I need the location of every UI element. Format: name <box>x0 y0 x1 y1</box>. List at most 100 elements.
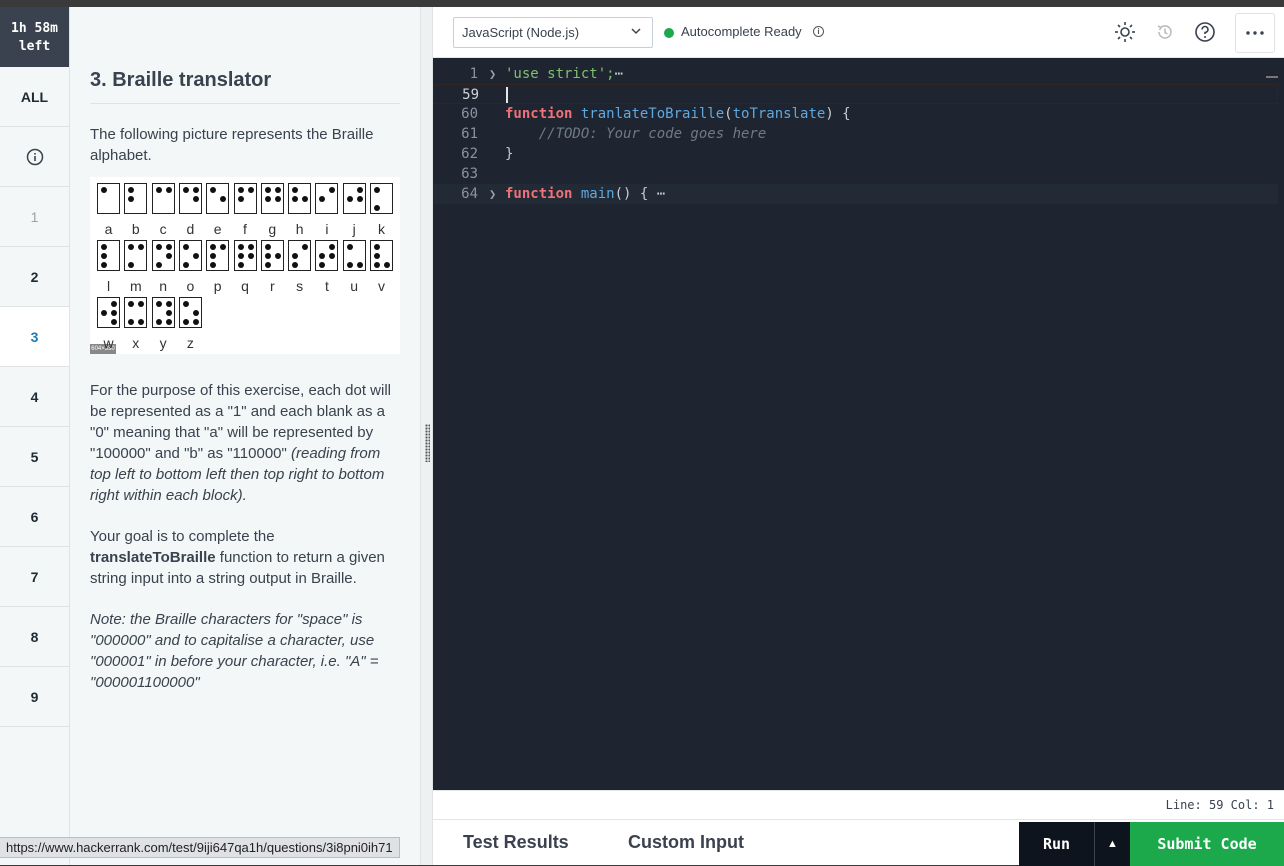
braille-dot <box>128 301 135 307</box>
help-icon[interactable] <box>1192 19 1218 45</box>
folded-ellipsis[interactable]: ⋯ <box>615 66 623 82</box>
question-intro: The following picture represents the Bra… <box>90 126 374 164</box>
braille-dot <box>111 319 117 325</box>
tab-custom-input[interactable]: Custom Input <box>628 832 744 853</box>
question-note: Note: the Braille characters for "space"… <box>90 609 400 693</box>
run-button[interactable]: Run <box>1019 822 1094 866</box>
braille-letter-label: p <box>213 278 222 294</box>
braille-dot <box>346 196 353 202</box>
braille-dot <box>220 196 227 202</box>
nav-info[interactable] <box>0 127 69 187</box>
fold-toggle-icon[interactable]: ❯ <box>489 64 496 84</box>
code-line[interactable]: 63 <box>433 164 1278 184</box>
braille-dot <box>356 196 363 202</box>
language-value: JavaScript (Node.js) <box>462 25 580 40</box>
panel-resizer[interactable] <box>420 7 433 865</box>
nav-question-5[interactable]: 5 <box>0 427 69 487</box>
braille-cell-o <box>178 240 202 271</box>
braille-dot <box>374 244 380 250</box>
braille-dot <box>292 253 299 259</box>
braille-letter-label: o <box>186 278 195 294</box>
more-icon[interactable] <box>1235 13 1275 53</box>
code-punct: ( <box>724 106 733 122</box>
resize-grip-icon[interactable] <box>425 424 430 462</box>
braille-dot <box>111 301 117 307</box>
braille-letter-label: t <box>324 278 329 294</box>
braille-dot <box>138 319 145 325</box>
sun-icon[interactable] <box>1112 19 1138 45</box>
braille-letter-label: x <box>132 335 140 351</box>
code-comment: //TODO: Your code goes here <box>505 126 767 142</box>
caret-up-icon[interactable]: ▲ <box>1094 822 1130 866</box>
code-line[interactable]: 62 } <box>433 144 1278 164</box>
line-number: 60 <box>461 106 478 122</box>
braille-cell-y <box>151 297 175 328</box>
braille-dot <box>356 262 363 268</box>
nav-question-7[interactable]: 7 <box>0 547 69 607</box>
code-line[interactable]: 64 ❯ function main() { ⋯ <box>433 184 1278 204</box>
braille-cell-l <box>97 240 120 271</box>
code-param: toTranslate <box>732 106 826 122</box>
nav-all[interactable]: ALL <box>0 67 69 127</box>
code-line[interactable]: 60 function tranlateToBraille(toTranslat… <box>433 104 1278 124</box>
nav-question-1[interactable]: 1 <box>0 187 69 247</box>
nav-question-6[interactable]: 6 <box>0 487 69 547</box>
braille-dot <box>155 262 162 268</box>
braille-dot <box>155 187 162 193</box>
braille-dot <box>302 244 309 250</box>
braille-letter-label: k <box>378 221 385 237</box>
braille-dot <box>165 301 172 307</box>
braille-dot <box>264 262 271 268</box>
submit-code-button[interactable]: Submit Code <box>1130 822 1284 866</box>
language-select[interactable]: JavaScript (Node.js) <box>453 17 653 48</box>
braille-letter-label: y <box>159 335 167 351</box>
code-line-current[interactable]: 59 <box>433 84 1278 104</box>
braille-dot <box>346 244 353 250</box>
code-keyword: function <box>505 106 573 122</box>
braille-cell-d <box>178 183 202 214</box>
braille-dot <box>165 244 172 250</box>
nav-question-8[interactable]: 8 <box>0 607 69 667</box>
text-cursor <box>506 87 508 103</box>
braille-dot <box>101 253 107 259</box>
nav-question-9[interactable]: 9 <box>0 667 69 727</box>
nav-question-3[interactable]: 3 <box>0 307 69 367</box>
braille-dot <box>210 253 217 259</box>
tab-test-results[interactable]: Test Results <box>463 832 569 853</box>
question-panel: 3. Braille translator The following pict… <box>70 7 420 865</box>
braille-dot <box>274 187 281 193</box>
braille-dot <box>264 196 271 202</box>
nav-question-4[interactable]: 4 <box>0 367 69 427</box>
braille-cell-i <box>315 183 339 214</box>
folded-ellipsis[interactable]: ⋯ <box>657 186 665 202</box>
fold-toggle-icon[interactable]: ❯ <box>489 184 496 204</box>
code-punct: () { <box>614 186 649 202</box>
line-code: function tranlateToBraille(toTranslate) … <box>505 104 851 124</box>
time-remaining: 1h 58m left <box>0 7 69 67</box>
braille-letter-label: f <box>243 221 247 237</box>
braille-letter-label: l <box>106 278 111 294</box>
braille-cell-j <box>342 183 366 214</box>
code-line[interactable]: 61 //TODO: Your code goes here <box>433 124 1278 144</box>
braille-dot <box>128 262 135 268</box>
braille-letter-label: u <box>350 278 359 294</box>
braille-letter-label: g <box>268 221 277 237</box>
code-editor[interactable]: 1 ❯ 'use strict';⋯ 59 60 function tranla… <box>433 58 1284 790</box>
braille-dot <box>192 196 199 202</box>
braille-dot <box>111 310 117 316</box>
braille-letter-label: m <box>129 278 142 294</box>
braille-dot <box>165 187 172 193</box>
braille-dot <box>138 244 145 250</box>
info-icon[interactable]: i <box>813 26 824 37</box>
question-title: 3. Braille translator <box>90 70 400 104</box>
scrollbar-marker[interactable] <box>1266 76 1278 78</box>
nav-question-2[interactable]: 2 <box>0 247 69 307</box>
braille-dot <box>101 187 107 193</box>
history-icon[interactable] <box>1152 19 1178 45</box>
goal-text-pre: Your goal is to complete the <box>90 528 275 545</box>
code-line[interactable]: 1 ❯ 'use strict';⋯ <box>433 64 1278 84</box>
timer-suffix: left <box>18 39 51 54</box>
braille-dot <box>346 262 353 268</box>
braille-alphabet-image: 604×330 abcdefghijklmnopqrstuvwxyz <box>90 177 400 354</box>
braille-dot <box>374 262 380 268</box>
